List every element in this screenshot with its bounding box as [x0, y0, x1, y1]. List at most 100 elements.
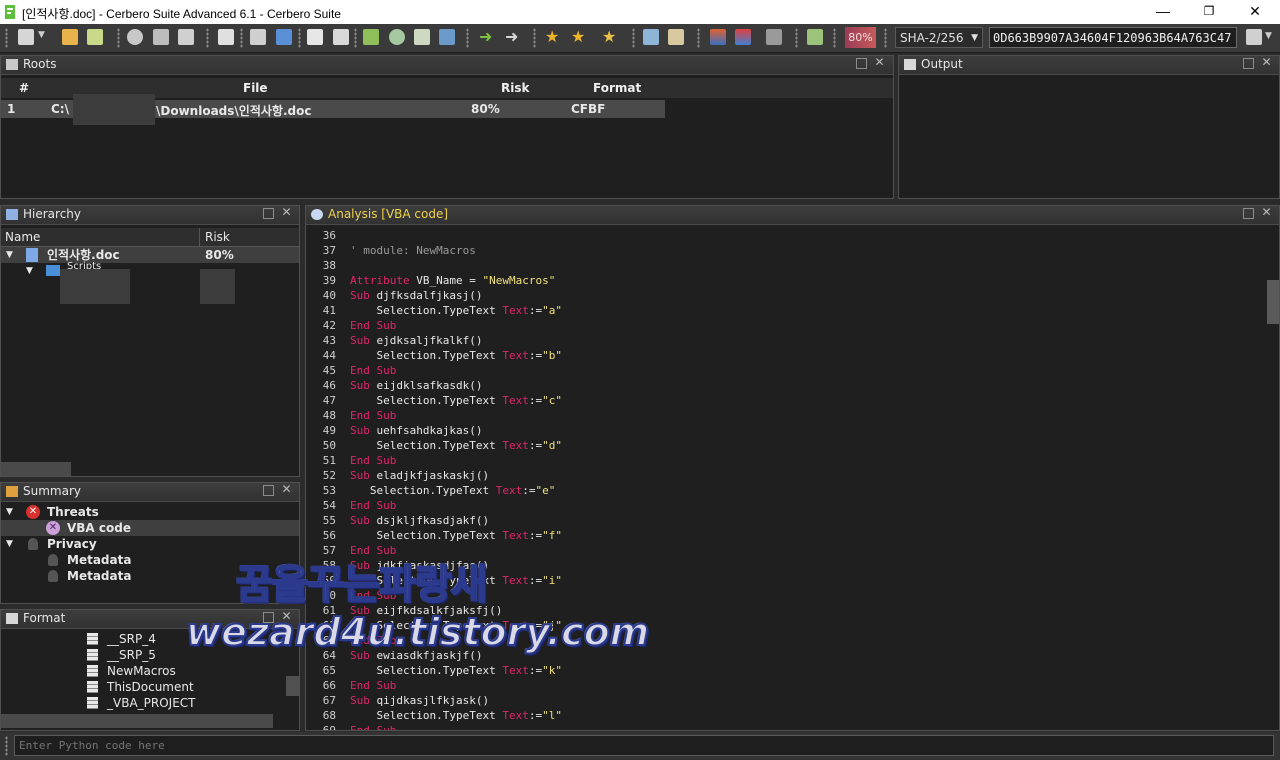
column-header-name[interactable]: Name [5, 230, 40, 244]
summary-privacy-row[interactable]: ▼ Privacy [1, 536, 299, 552]
code-line[interactable]: 52 Sub eladjkfjaskaskj() [306, 468, 1261, 483]
hex-view-icon[interactable] [643, 29, 659, 45]
code-line[interactable]: 36 [306, 228, 1261, 243]
code-line[interactable]: 69 End Sub [306, 723, 1261, 730]
column-header-risk[interactable]: Risk [205, 230, 230, 244]
document-edit-icon[interactable] [178, 29, 194, 45]
code-line[interactable]: 41 Selection.TypeText Text:="a" [306, 303, 1261, 318]
close-panel-icon[interactable]: ✕ [1261, 206, 1272, 219]
back-arrow-icon[interactable]: ➜ [479, 27, 492, 46]
chevron-down-icon[interactable]: ▼ [38, 30, 45, 40]
float-panel-icon[interactable] [263, 485, 274, 496]
python-console-bar [0, 732, 1280, 760]
expand-arrow-icon[interactable]: ▼ [6, 536, 13, 552]
column-header-risk[interactable]: Risk [501, 81, 529, 95]
hierarchy-row[interactable]: ▼ Scripts [1, 261, 299, 279]
close-button[interactable]: ✕ [1232, 0, 1278, 24]
code-line[interactable]: 53 Selection.TypeText Text:="e" [306, 483, 1261, 498]
float-panel-icon[interactable] [1243, 58, 1254, 69]
python-code-input[interactable] [14, 735, 1274, 756]
settings-gear-icon[interactable] [127, 29, 143, 45]
forward-arrow-icon[interactable]: ➜ [505, 27, 518, 46]
format-stream-item[interactable]: _VBA_PROJECT [1, 695, 281, 711]
column-header-format[interactable]: Format [593, 81, 641, 95]
close-panel-icon[interactable]: ✕ [281, 483, 292, 496]
chart-icon[interactable] [710, 29, 726, 45]
summary-threats-row[interactable]: ▼ ✕ Threats [1, 504, 299, 520]
column-header-file[interactable]: File [243, 81, 268, 95]
bookmark-add-icon[interactable]: ★ [545, 27, 559, 46]
vba-code-editor[interactable]: 36 37 ' module: NewMacros 38 39 Attribute VB_… [306, 228, 1261, 730]
tools-icon[interactable] [766, 29, 782, 45]
code-line[interactable]: 43 Sub ejdksaljfkalkf() [306, 333, 1261, 348]
code-line[interactable]: 67 Sub qijdkasjlfkjask() [306, 693, 1261, 708]
chevron-down-icon[interactable]: ▼ [1265, 31, 1272, 41]
float-panel-icon[interactable] [263, 208, 274, 219]
page-icon[interactable] [333, 29, 349, 45]
blank-page-icon[interactable] [307, 29, 323, 45]
code-line[interactable]: 39 Attribute VB_Name = "NewMacros" [306, 273, 1261, 288]
toolbar-grip[interactable] [5, 28, 8, 48]
code-text: Attribute VB_Name = "NewMacros" [350, 274, 556, 287]
minimize-button[interactable]: — [1140, 0, 1186, 24]
code-line[interactable]: 40 Sub djfksdalfjkasj() [306, 288, 1261, 303]
expand-arrow-icon[interactable]: ▼ [26, 263, 33, 279]
restore-button[interactable]: ❐ [1186, 0, 1232, 24]
format-stream-item[interactable]: NewMacros [1, 663, 281, 679]
code-line[interactable]: 68 Selection.TypeText Text:="l" [306, 708, 1261, 723]
code-line[interactable]: 42 End Sub [306, 318, 1261, 333]
compare-icon[interactable] [735, 29, 751, 45]
code-line[interactable]: 56 Selection.TypeText Text:="f" [306, 528, 1261, 543]
code-line[interactable]: 50 Selection.TypeText Text:="d" [306, 438, 1261, 453]
document-icon[interactable] [153, 29, 169, 45]
close-panel-icon[interactable]: ✕ [874, 56, 885, 69]
vertical-scrollbar[interactable] [1267, 280, 1279, 324]
float-panel-icon[interactable] [856, 58, 867, 69]
line-number: 47 [322, 394, 336, 407]
code-line[interactable]: 66 End Sub [306, 678, 1261, 693]
refresh-icon[interactable] [276, 29, 292, 45]
code-line[interactable]: 47 Selection.TypeText Text:="c" [306, 393, 1261, 408]
float-panel-icon[interactable] [1243, 208, 1254, 219]
open-menu-icon[interactable] [18, 29, 34, 45]
hierarchy-row[interactable]: ▼ 인적사항.doc 80% [1, 247, 299, 263]
code-line[interactable]: 55 Sub dsjkljfkasdjakf() [306, 513, 1261, 528]
text-view-icon[interactable] [668, 29, 684, 45]
horizontal-scrollbar[interactable] [1, 714, 273, 728]
expand-arrow-icon[interactable]: ▼ [6, 504, 13, 520]
bookmark-list-icon[interactable]: ★ [602, 27, 616, 46]
code-line[interactable]: 38 [306, 258, 1261, 273]
hash-value-field[interactable]: 0D663B9907A34604F120963B64A763C47 [989, 27, 1237, 48]
code-line[interactable]: 48 End Sub [306, 408, 1261, 423]
code-line[interactable]: 46 Sub eijdklsafkasdk() [306, 378, 1261, 393]
inspect-icon[interactable] [414, 29, 430, 45]
code-line[interactable]: 51 End Sub [306, 453, 1261, 468]
save-icon[interactable] [62, 29, 78, 45]
window-icon[interactable] [218, 29, 234, 45]
code-line[interactable]: 49 Sub uehfsahdkajkas() [306, 423, 1261, 438]
code-line[interactable]: 45 End Sub [306, 363, 1261, 378]
bookmark-icon[interactable]: ★ [571, 27, 585, 46]
horizontal-scrollbar[interactable] [1, 462, 71, 476]
code-line[interactable]: 37 ' module: NewMacros [306, 243, 1261, 258]
code-line[interactable]: 65 Selection.TypeText Text:="k" [306, 663, 1261, 678]
code-line[interactable]: 44 Selection.TypeText Text:="b" [306, 348, 1261, 363]
vertical-scrollbar[interactable] [286, 676, 299, 696]
save-project-icon[interactable] [87, 29, 103, 45]
close-panel-icon[interactable]: ✕ [281, 206, 292, 219]
filter-icon[interactable] [439, 29, 455, 45]
code-line[interactable]: 54 End Sub [306, 498, 1261, 513]
copy-hash-icon[interactable] [1246, 29, 1262, 45]
expand-arrow-icon[interactable]: ▼ [6, 247, 13, 263]
column-divider[interactable] [199, 228, 200, 246]
table-row[interactable]: 1 C:\ \Downloads\인적사항.doc 80% CFBF [1, 94, 665, 125]
hash-algorithm-select[interactable]: SHA-2/256 ▼ [895, 27, 983, 48]
undo-icon[interactable] [807, 29, 823, 45]
format-stream-item[interactable]: ThisDocument [1, 679, 281, 695]
layout-icon[interactable] [250, 29, 266, 45]
column-header-num[interactable]: # [19, 81, 29, 95]
search-icon[interactable] [389, 29, 405, 45]
close-panel-icon[interactable]: ✕ [1261, 56, 1272, 69]
summary-vba-row[interactable]: ✕ VBA code [1, 520, 299, 536]
bug-icon[interactable] [363, 29, 379, 45]
